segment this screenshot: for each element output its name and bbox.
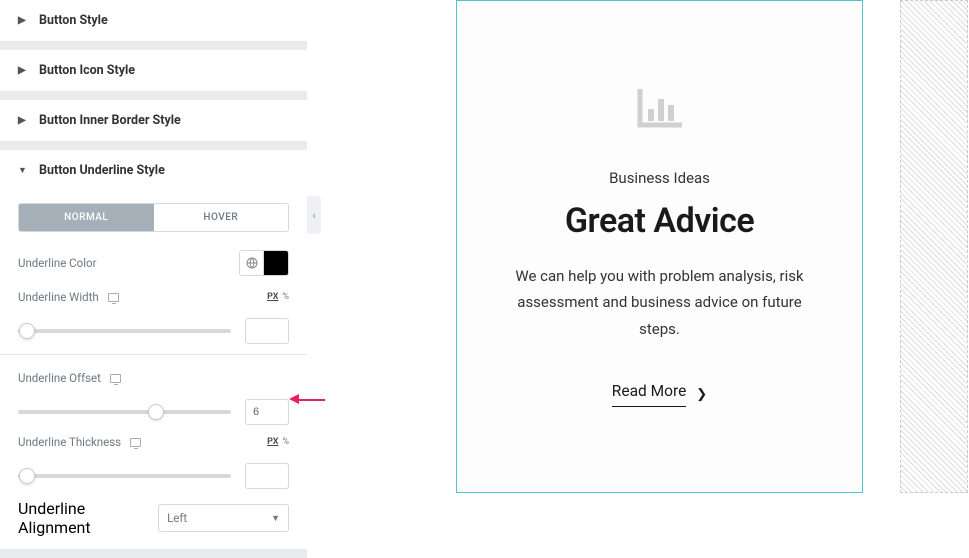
underline-offset-label: Underline Offset: [18, 371, 101, 385]
underline-thickness-label: Underline Thickness: [18, 435, 121, 449]
section-button-inner-border-style[interactable]: ▶ Button Inner Border Style: [0, 100, 307, 142]
card-kicker: Business Ideas: [609, 169, 710, 187]
state-tabs: NORMAL HOVER: [18, 203, 289, 232]
responsive-icon[interactable]: [110, 374, 121, 383]
section-label: Button Style: [39, 13, 108, 28]
underline-width-input[interactable]: [245, 318, 289, 344]
card-title: Great Advice: [565, 201, 754, 241]
color-swatch: [264, 251, 288, 275]
underline-alignment-select[interactable]: Left ▼: [158, 504, 289, 532]
caret-right-icon: ▶: [18, 65, 25, 76]
chart-icon: [634, 85, 686, 135]
caret-right-icon: ▶: [18, 115, 25, 126]
preview-card[interactable]: Business Ideas Great Advice We can help …: [456, 0, 863, 493]
caret-right-icon: ▶: [18, 15, 25, 26]
underline-offset-input[interactable]: [245, 399, 289, 425]
underline-alignment-label: Underline Alignment: [18, 499, 158, 537]
style-sidebar: ▶ Button Style ▶ Button Icon Style ▶ But…: [0, 0, 307, 558]
underline-offset-slider[interactable]: [18, 410, 231, 414]
section-header[interactable]: ▼ Button Underline Style: [0, 150, 307, 191]
collapse-sidebar-toggle[interactable]: ‹: [307, 196, 321, 234]
placeholder-widget[interactable]: [900, 0, 968, 493]
underline-thickness-slider[interactable]: [18, 474, 231, 478]
read-more-button[interactable]: Read More: [612, 382, 687, 407]
section-button-style[interactable]: ▶ Button Style: [0, 0, 307, 42]
chevron-right-icon: ❯: [696, 387, 707, 402]
underline-width-slider[interactable]: [18, 329, 231, 333]
section-button-icon-style[interactable]: ▶ Button Icon Style: [0, 50, 307, 92]
underline-color-label: Underline Color: [18, 256, 96, 270]
globe-icon: [240, 251, 264, 275]
responsive-icon[interactable]: [130, 438, 141, 447]
section-label: Button Inner Border Style: [39, 113, 181, 128]
section-label: Button Underline Style: [39, 163, 165, 178]
color-picker[interactable]: [239, 250, 289, 276]
card-description: We can help you with problem analysis, r…: [457, 263, 862, 342]
unit-toggle[interactable]: PX %: [267, 292, 289, 302]
section-label: Button Icon Style: [39, 63, 135, 78]
underline-width-label: Underline Width: [18, 290, 99, 304]
tab-hover[interactable]: HOVER: [154, 204, 289, 231]
responsive-icon[interactable]: [108, 293, 119, 302]
underline-thickness-input[interactable]: [245, 463, 289, 489]
unit-toggle[interactable]: PX %: [267, 437, 289, 447]
tab-normal[interactable]: NORMAL: [19, 204, 154, 231]
caret-down-icon: ▼: [18, 165, 25, 176]
chevron-down-icon: ▼: [271, 513, 280, 524]
section-button-underline-style: ▼ Button Underline Style NORMAL HOVER Un…: [0, 150, 307, 550]
